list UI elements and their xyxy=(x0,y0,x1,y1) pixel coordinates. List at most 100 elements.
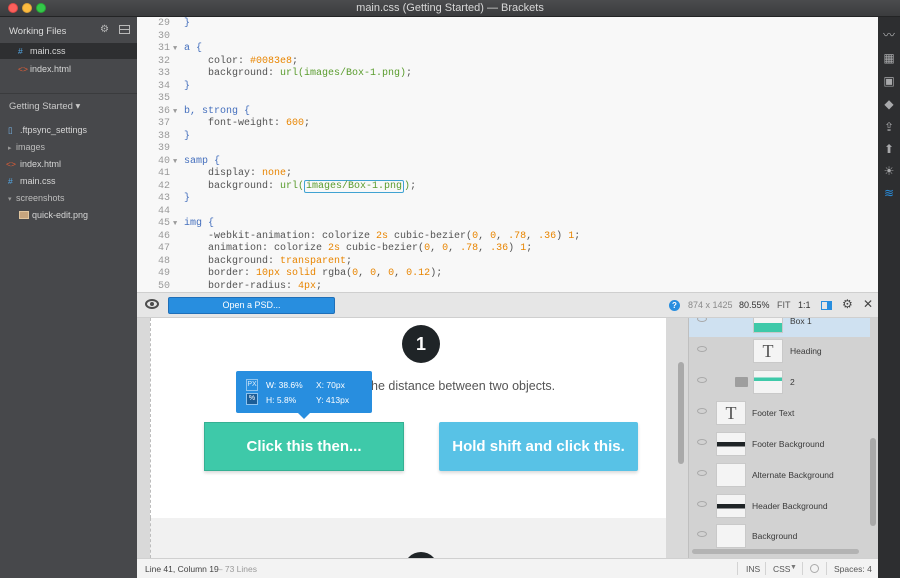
px-unit-toggle[interactable]: PX xyxy=(246,379,258,391)
measurement-tooltip: PX % W: 38.6% H: 5.8% X: 70px Y: 413px xyxy=(236,371,372,419)
project-dropdown[interactable]: Getting Started ▾ xyxy=(9,101,80,112)
line-number: 42 xyxy=(157,180,170,192)
layers-horizontal-scrollbar[interactable] xyxy=(692,549,859,554)
status-divider xyxy=(765,562,766,575)
lightbulb-icon[interactable]: ☀ xyxy=(881,163,897,179)
visibility-eye-icon[interactable] xyxy=(697,408,707,414)
tree-item-label: quick-edit.png xyxy=(32,210,89,220)
visibility-eye-icon[interactable] xyxy=(697,470,707,476)
code-line: } xyxy=(184,18,191,29)
insert-mode-toggle[interactable]: INS xyxy=(746,564,760,574)
tree-item-screenshots[interactable]: ▾ screenshots xyxy=(0,190,137,206)
ftp-sync-icon[interactable]: ⬆ xyxy=(881,141,897,157)
layer-row-alternate-background[interactable]: Alternate Background xyxy=(689,460,870,491)
layer-row-footer-text[interactable]: T Footer Text xyxy=(689,398,870,429)
line-number: 33 xyxy=(157,68,170,79)
extension-toolbar: 〰 ▦ ▣ ◆ ⇪ ⬆ ☀ ≋ xyxy=(878,17,900,578)
gear-icon[interactable]: ⚙ xyxy=(100,24,109,35)
tree-item-images[interactable]: ▸ images xyxy=(0,139,137,155)
tree-item-main-css[interactable]: # main.css xyxy=(0,173,137,189)
close-icon[interactable]: ✕ xyxy=(863,297,873,311)
status-divider xyxy=(802,562,803,575)
help-icon[interactable]: ? xyxy=(669,300,680,311)
language-select[interactable]: CSS xyxy=(773,564,790,574)
code-editor[interactable]: 29} 30 31 ▼ a { 32 color: #0083e8; 33 back… xyxy=(137,17,878,292)
image-file-icon xyxy=(19,211,29,219)
layer-row-heading[interactable]: T Heading xyxy=(689,336,870,367)
extension-manager-icon[interactable]: ▦ xyxy=(881,50,897,66)
canvas-scrollbar[interactable] xyxy=(678,362,684,464)
git-icon[interactable]: ◆ xyxy=(881,96,897,112)
measure-width: W: 38.6% xyxy=(266,380,303,390)
visibility-eye-icon[interactable] xyxy=(697,531,707,537)
visibility-eye-icon[interactable] xyxy=(697,439,707,445)
chevron-down-icon: ▾ xyxy=(8,196,12,203)
layer-name: 2 xyxy=(790,377,795,387)
code-line: img { xyxy=(184,218,215,229)
working-file-index-html[interactable]: <> index.html xyxy=(0,61,137,77)
status-bar: Line 41, Column 19 — 73 Lines INS CSS ▼ … xyxy=(137,558,878,578)
tree-item-label: main.css xyxy=(20,176,56,186)
tree-item-label: screenshots xyxy=(16,193,65,203)
fold-arrow-icon[interactable]: ▼ xyxy=(173,218,177,231)
layer-row-footer-background[interactable]: Footer Background xyxy=(689,429,870,460)
terminal-icon[interactable]: ▣ xyxy=(881,73,897,89)
brackets-window: main.css (Getting Started) — Brackets Wo… xyxy=(0,0,900,578)
eye-icon[interactable] xyxy=(145,299,159,309)
tree-item-index-html[interactable]: <> index.html xyxy=(0,156,137,172)
layer-name: Background xyxy=(752,531,798,541)
layer-row-box-1[interactable]: Box 1 xyxy=(689,318,870,337)
working-file-main-css[interactable]: # main.css xyxy=(0,43,137,59)
layer-thumbnail xyxy=(716,524,746,548)
fold-arrow-icon[interactable]: ▼ xyxy=(173,106,177,119)
code-line: -webkit-animation: colorize 2s cubic-bez… xyxy=(184,230,581,242)
psd-layer-hold-shift[interactable]: Hold shift and click this. xyxy=(439,422,638,471)
code-line: border: 10px solid rgba(0, 0, 0, 0.12); xyxy=(184,268,443,279)
layers-icon[interactable]: ≋ xyxy=(881,185,897,201)
psd-canvas[interactable]: 1 he distance between two objects. Click… xyxy=(137,318,688,558)
layer-row-group-2[interactable]: 2 xyxy=(689,367,870,398)
layer-row-background[interactable]: Background xyxy=(689,521,870,552)
chevron-down-icon[interactable]: ▼ xyxy=(790,564,797,571)
layers-panel-toggle-icon[interactable] xyxy=(821,301,832,310)
layer-name: Heading xyxy=(790,346,822,356)
line-number: 50 xyxy=(157,280,170,292)
live-preview-icon[interactable]: 〰 xyxy=(881,27,897,43)
chevron-right-icon: ▸ xyxy=(8,145,12,152)
working-file-label: main.css xyxy=(30,46,66,56)
visibility-eye-icon[interactable] xyxy=(697,318,707,322)
tree-item-label: .ftpsync_settings xyxy=(20,125,88,135)
gear-icon[interactable]: ⚙ xyxy=(842,297,853,311)
fold-arrow-icon[interactable]: ▼ xyxy=(173,43,177,56)
psd-page-lower-section xyxy=(150,518,666,558)
line-number: 46 xyxy=(157,230,170,242)
line-number: 40 xyxy=(157,155,170,167)
code-line: samp { xyxy=(184,155,221,167)
line-number: 37 xyxy=(157,118,170,129)
percent-unit-toggle[interactable]: % xyxy=(246,393,258,405)
linter-status-icon[interactable] xyxy=(810,564,819,573)
inline-image-hint[interactable]: images/Box-1.png xyxy=(304,179,405,193)
visibility-eye-icon[interactable] xyxy=(697,501,707,507)
code-line: } xyxy=(184,80,191,92)
line-number: 38 xyxy=(157,130,170,142)
psd-layer-click-this-then[interactable]: Click this then... xyxy=(204,422,404,471)
split-view-icon[interactable] xyxy=(119,25,130,34)
layers-scrollbar[interactable] xyxy=(870,438,876,526)
visibility-eye-icon[interactable] xyxy=(697,346,707,352)
layer-thumbnail xyxy=(716,432,746,456)
measure-height: H: 5.8% xyxy=(266,395,297,405)
fold-arrow-icon[interactable]: ▼ xyxy=(173,156,177,169)
line-number: 47 xyxy=(157,243,170,254)
tree-item-quick-edit[interactable]: quick-edit.png xyxy=(0,207,137,223)
layer-thumbnail xyxy=(753,370,783,394)
fit-button[interactable]: FIT xyxy=(777,300,791,310)
status-divider xyxy=(826,562,827,575)
upload-icon[interactable]: ⇪ xyxy=(881,119,897,135)
open-psd-button[interactable]: Open a PSD... xyxy=(168,297,335,314)
visibility-eye-icon[interactable] xyxy=(697,377,707,383)
layer-row-header-background[interactable]: Header Background xyxy=(689,491,870,522)
tree-item-ftpsync[interactable]: ▯ .ftpsync_settings xyxy=(0,122,137,138)
actual-size-button[interactable]: 1:1 xyxy=(798,300,811,310)
indent-setting[interactable]: Spaces: 4 xyxy=(834,564,872,574)
